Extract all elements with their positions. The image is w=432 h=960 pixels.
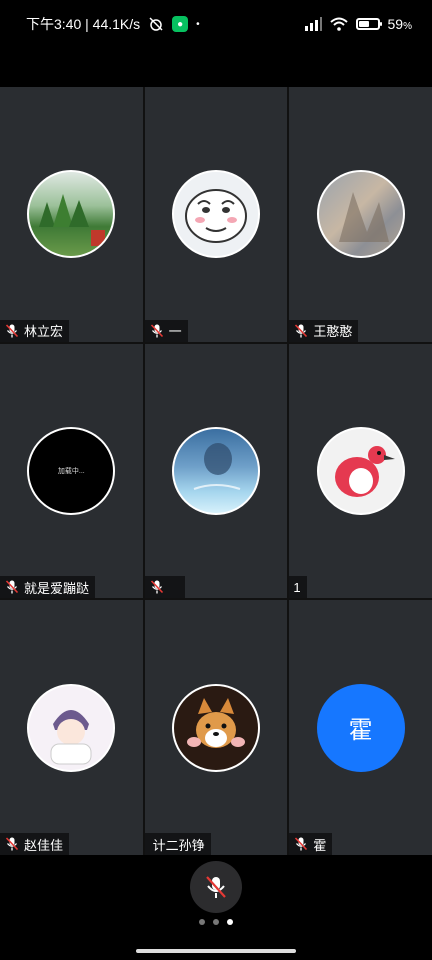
alarm-off-icon — [149, 17, 163, 31]
battery-percent: 59% — [387, 16, 412, 32]
participant-tile[interactable]: 一 — [144, 87, 288, 342]
participant-tile[interactable]: 林立宏 — [0, 87, 143, 342]
signal-icon — [304, 17, 322, 31]
mic-muted-icon — [206, 876, 226, 898]
avatar-initial: 霍 — [348, 717, 373, 745]
name-label: 计二孙铮 — [144, 833, 211, 855]
avatar: 加载中... — [27, 426, 116, 515]
name-label: 王憨憨 — [289, 319, 359, 342]
dot-icon: • — [196, 18, 200, 30]
bottom-bar — [0, 855, 432, 960]
avatar — [171, 683, 260, 772]
wechat-icon: ● — [172, 16, 189, 32]
name-label: 赵佳佳 — [0, 833, 70, 855]
name-label: 1 — [289, 576, 307, 599]
time-speed: 下午3:40 | 44.1K/s — [26, 16, 141, 32]
lychee-bird-icon — [334, 445, 395, 497]
landscape-photo-icon — [39, 194, 106, 247]
mic-muted-icon — [5, 580, 19, 594]
participant-name: 林立宏 — [24, 324, 64, 340]
mic-muted-icon — [295, 837, 308, 851]
page-dot-active[interactable] — [227, 919, 233, 925]
wifi-icon — [329, 17, 348, 31]
cartoon-face-icon — [184, 189, 247, 244]
avatar — [171, 426, 260, 515]
avatar — [27, 170, 116, 259]
name-label: 林立宏 — [0, 319, 70, 342]
avatar — [171, 170, 260, 259]
participant-name: 1 — [293, 579, 301, 595]
mic-muted-icon — [5, 837, 19, 851]
participant-name: 赵佳佳 — [24, 837, 64, 853]
name-label — [144, 576, 185, 599]
participant-grid: 林立宏 一 王憨憨 加载中... 就是爱蹦跶 1 赵佳佳 计二孙铮 霍 霍 — [0, 87, 432, 855]
participant-name: 一 — [168, 324, 182, 340]
participant-name: 就是爱蹦跶 — [24, 580, 90, 596]
participant-tile[interactable]: 加载中... 就是爱蹦跶 — [0, 343, 143, 599]
painting-icon — [338, 192, 389, 243]
mic-muted-icon — [150, 324, 163, 338]
battery-icon — [355, 18, 382, 30]
avatar-text: 加载中... — [57, 467, 85, 475]
mic-toggle-button[interactable] — [190, 861, 242, 913]
name-label: 霍 — [289, 833, 333, 855]
participant-tile[interactable]: 1 — [289, 343, 432, 599]
page-dot[interactable] — [213, 919, 219, 925]
avatar — [27, 683, 116, 772]
avatar — [316, 426, 405, 515]
status-left: 下午3:40 | 44.1K/s ● • — [26, 14, 200, 34]
participant-tile[interactable]: 霍 霍 — [289, 600, 432, 855]
home-indicator[interactable] — [136, 949, 296, 953]
participant-name: 计二孙铮 — [152, 837, 205, 853]
mic-muted-icon — [5, 324, 19, 338]
status-bar: 下午3:40 | 44.1K/s ● • 59% — [0, 0, 432, 48]
participant-tile[interactable]: 王憨憨 — [289, 87, 432, 342]
underwater-photo-icon — [193, 442, 241, 490]
status-right: 59% — [304, 16, 412, 32]
participant-name: 霍 — [313, 837, 327, 853]
participant-name: 王憨憨 — [313, 324, 353, 340]
participant-tile[interactable]: 计二孙铮 — [144, 600, 288, 855]
mic-muted-icon — [150, 580, 163, 594]
participant-tile[interactable] — [144, 343, 288, 599]
anime-boy-icon — [50, 709, 92, 765]
participant-tile[interactable]: 赵佳佳 — [0, 600, 143, 855]
avatar — [316, 170, 405, 259]
page-dot[interactable] — [199, 919, 205, 925]
name-label: 一 — [144, 319, 188, 342]
avatar: 霍 — [316, 683, 405, 772]
page-indicator — [0, 919, 432, 925]
mic-muted-icon — [295, 324, 308, 338]
name-label: 就是爱蹦跶 — [0, 576, 96, 599]
shiba-dog-icon — [186, 697, 245, 748]
